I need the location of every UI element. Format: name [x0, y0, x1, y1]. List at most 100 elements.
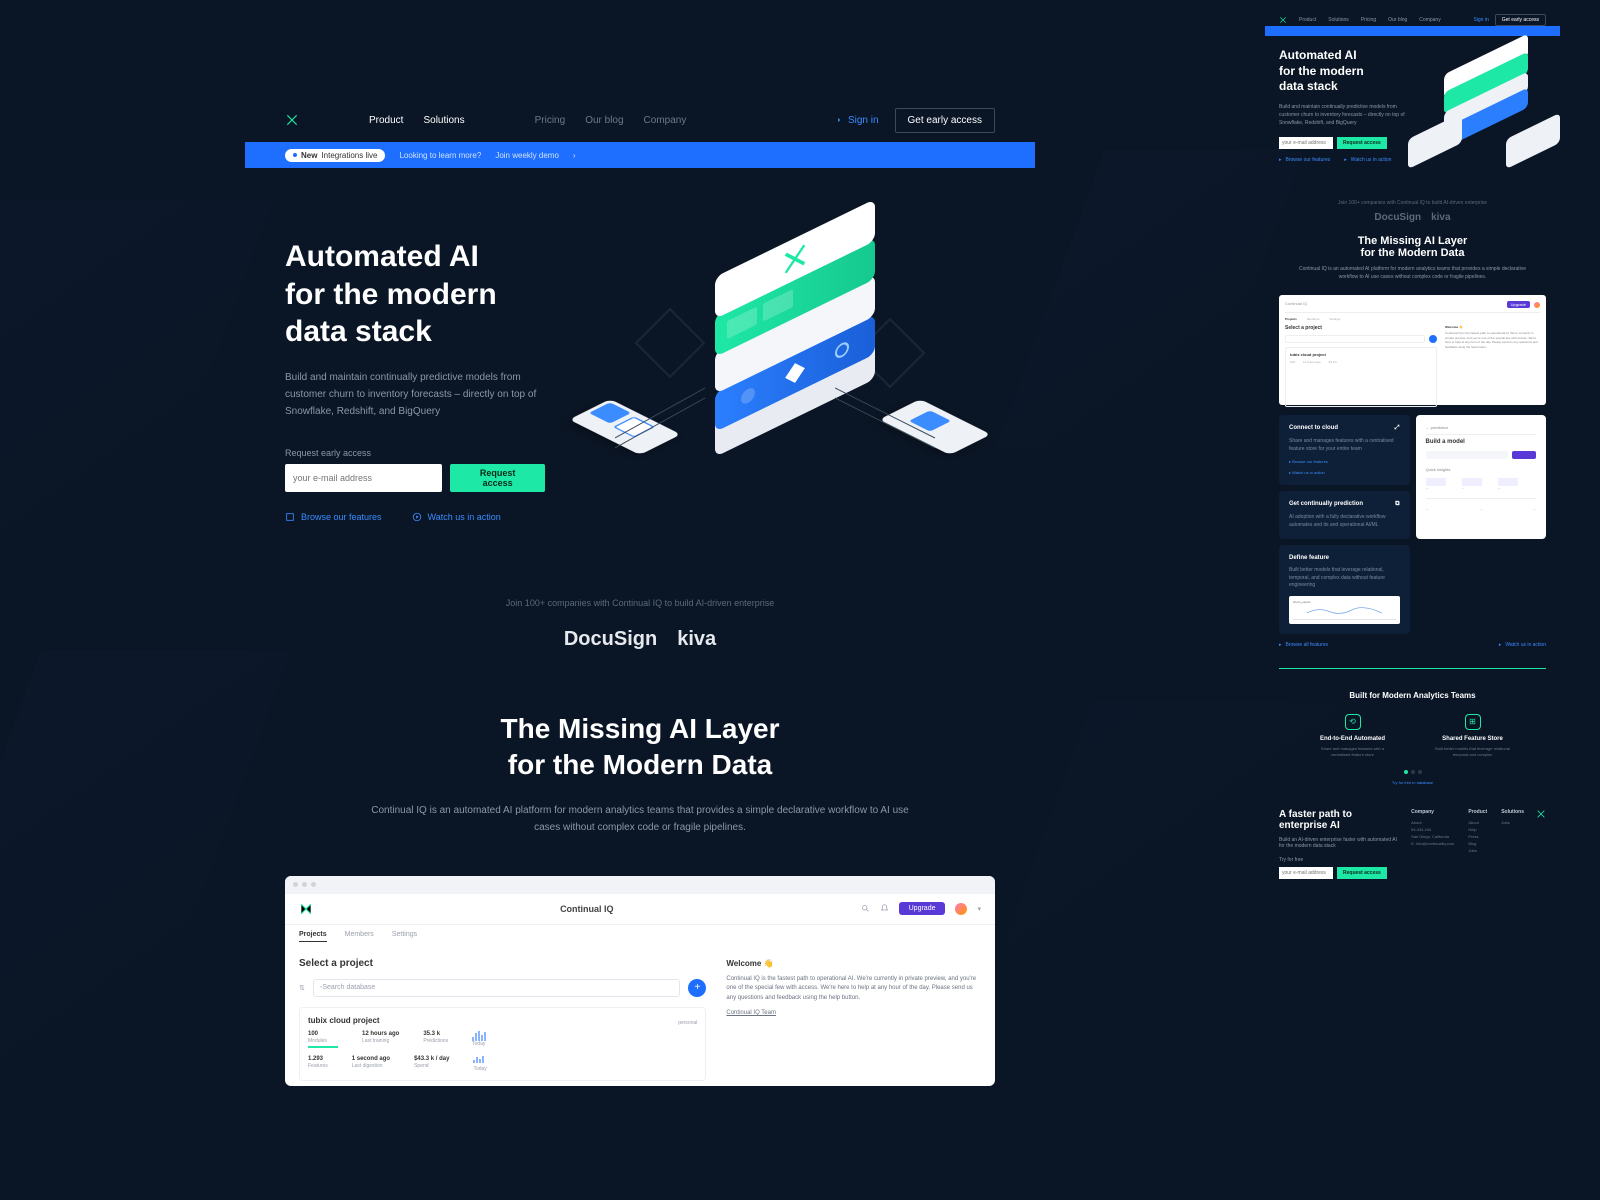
nav-links: Product Solutions: [369, 115, 465, 126]
mini-watch-link[interactable]: ▸ Watch us in action: [1344, 157, 1391, 163]
footer-logo: [1536, 809, 1546, 879]
nav-pricing[interactable]: Pricing: [535, 115, 566, 126]
section-missing-layer: The Missing AI Layerfor the Modern Data …: [245, 711, 1035, 836]
email-input[interactable]: [285, 464, 442, 492]
form-label: Request early access: [285, 448, 545, 458]
section2-sub: Continual IQ is an automated AI platform…: [365, 802, 915, 836]
welcome-panel: Welcome 👋 Continual IQ is the fastest pa…: [726, 958, 981, 1081]
feature-store: ⊞ Shared Feature Store Built better mode…: [1433, 714, 1513, 758]
hero-section: Automated AI for the modern data stack B…: [245, 168, 1035, 558]
tab-settings[interactable]: Settings: [392, 931, 417, 942]
pill-dot-icon: [293, 153, 297, 157]
watch-video-link[interactable]: Watch us in action: [412, 512, 501, 522]
card-link[interactable]: ▸ Browse our features: [1289, 459, 1400, 464]
expand-icon[interactable]: ⤢: [1395, 425, 1400, 432]
project-name: tubix cloud project: [308, 1016, 380, 1025]
banner-link[interactable]: Join weekly demo: [495, 151, 559, 160]
project-badge: personal: [678, 1020, 697, 1026]
mini-app-mock: Continual IQ Upgrade ProjectsMembersSett…: [1279, 295, 1546, 405]
mini-features-section: Built for Modern Analytics Teams ⟲ End-t…: [1265, 681, 1560, 795]
banner-text: Looking to learn more?: [399, 151, 481, 160]
tab-projects[interactable]: Projects: [299, 931, 327, 942]
card-prediction: Get continually prediction⧉ AI adoption …: [1279, 491, 1410, 539]
arrow-right-icon: ›: [573, 151, 576, 160]
footer-email-input[interactable]: [1279, 867, 1333, 879]
announcement-banner[interactable]: New Integrations live Looking to learn m…: [245, 142, 1035, 168]
chevron-down-icon[interactable]: ▾: [977, 905, 981, 913]
mini-nav: Product Solutions Pricing Our blog Compa…: [1279, 14, 1546, 26]
signin-link[interactable]: Sign in: [834, 115, 879, 126]
mini-chart: churn_export: [1289, 596, 1400, 624]
nav-company[interactable]: Company: [644, 115, 687, 126]
search-icon[interactable]: [861, 904, 870, 913]
footer-title: A faster path toenterprise AI: [1279, 809, 1399, 831]
sparkline-icon: [472, 1031, 502, 1041]
mini-banner: [1265, 26, 1560, 36]
feature-cards-grid: Connect to cloud⤢ Share and manages feat…: [1265, 415, 1560, 634]
carousel-pager[interactable]: [1275, 770, 1550, 774]
browse-all-features-link[interactable]: ▸ Browse all features: [1279, 642, 1328, 648]
top-nav: Product Solutions Pricing Our blog Compa…: [245, 98, 1035, 142]
nav-secondary: Pricing Our blog Company: [535, 115, 687, 126]
hero-subtitle: Build and maintain continually predictiv…: [285, 369, 545, 420]
app-screenshot-mock: Continual IQ Upgrade ▾ Projects Members …: [285, 876, 995, 1086]
mock-tabs: Projects Members Settings: [285, 925, 995, 948]
main-landing-panel: Product Solutions Pricing Our blog Compa…: [245, 98, 1035, 1198]
footer-request-button[interactable]: Request access: [1337, 867, 1387, 879]
automation-icon: ⟲: [1345, 714, 1361, 730]
mini-hero-section: Product Solutions Pricing Our blog Compa…: [1265, 0, 1560, 182]
try-free-link[interactable]: Try for free in database: [1275, 780, 1550, 785]
docusign-logo: DocuSign: [564, 628, 657, 651]
hero-copy: Automated AI for the modern data stack B…: [285, 238, 545, 538]
upgrade-button[interactable]: Upgrade: [899, 902, 946, 915]
search-input[interactable]: ◦ Search database: [313, 979, 681, 997]
browse-features-link[interactable]: Browse our features: [285, 512, 382, 522]
social-logos: DocuSign kiva: [245, 628, 1035, 651]
brand-logo[interactable]: [285, 113, 299, 127]
nav-solutions[interactable]: Solutions: [423, 115, 464, 126]
kiva-logo: kiva: [677, 628, 716, 651]
request-access-button[interactable]: Request access: [450, 464, 545, 492]
mini-hero-title: Automated AIfor the moderndata stack: [1279, 48, 1416, 95]
card-link2[interactable]: ▸ Watch us in action: [1289, 470, 1400, 475]
footer-col-company: Company About 54.434.434 San Diego, Cali…: [1411, 809, 1454, 879]
welcome-title: Welcome 👋: [726, 958, 981, 971]
card-light-prediction: ← prediction Build a model Quick insight…: [1416, 415, 1547, 539]
footer-col-solutions: Solutions Jobs: [1501, 809, 1524, 879]
project-card[interactable]: tubix cloud project personal 100Modules …: [299, 1007, 706, 1081]
section2-title: The Missing AI Layerfor the Modern Data: [365, 711, 915, 784]
select-project-title: Select a project: [299, 958, 706, 969]
mini-email-input[interactable]: [1279, 137, 1333, 149]
nav-product[interactable]: Product: [369, 115, 403, 126]
banner-pill: New Integrations live: [285, 149, 385, 162]
mock-header: Continual IQ Upgrade ▾: [285, 894, 995, 925]
bell-icon[interactable]: [880, 904, 889, 913]
welcome-body: Continual IQ is the fastest path to oper…: [726, 975, 981, 1004]
database-icon: ⊞: [1465, 714, 1481, 730]
sparkline-icon: [473, 1056, 503, 1066]
social-text: Join 100+ companies with Continual IQ to…: [245, 598, 1035, 608]
sort-icon[interactable]: ⇅: [299, 984, 305, 992]
avatar[interactable]: [955, 903, 967, 915]
project-stats-row2: 1.293Features 1 second agoLast digestion…: [308, 1056, 697, 1072]
card-connect-cloud: Connect to cloud⤢ Share and manages feat…: [1279, 415, 1410, 485]
signup-form: Request access: [285, 464, 545, 492]
mock-logo: [299, 902, 313, 916]
cta-button[interactable]: Get early access: [895, 108, 995, 133]
mock-window-bar: [285, 876, 995, 894]
divider: [1279, 668, 1546, 669]
welcome-team-link[interactable]: Continual IQ Team: [726, 1009, 981, 1019]
mini-request-button[interactable]: Request access: [1337, 137, 1387, 149]
add-project-button[interactable]: +: [688, 979, 706, 997]
mini-social: Join 100+ companies with Continual IQ to…: [1265, 192, 1560, 231]
tab-members[interactable]: Members: [345, 931, 374, 942]
mini-illustration: [1426, 48, 1546, 168]
nav-right: Sign in Get early access: [834, 108, 995, 133]
mini-features-link[interactable]: ▸ Browse our features: [1279, 157, 1330, 163]
copy-icon[interactable]: ⧉: [1395, 501, 1399, 508]
feature-automated: ⟲ End-to-End Automated Share and manages…: [1313, 714, 1393, 758]
mini-footer: A faster path toenterprise AI Build an A…: [1265, 795, 1560, 893]
nav-blog[interactable]: Our blog: [585, 115, 623, 126]
footer-col-product: Product About Help Press Blog Jobs: [1468, 809, 1487, 879]
watch-action-link[interactable]: ▸ Watch us in action: [1499, 642, 1546, 648]
